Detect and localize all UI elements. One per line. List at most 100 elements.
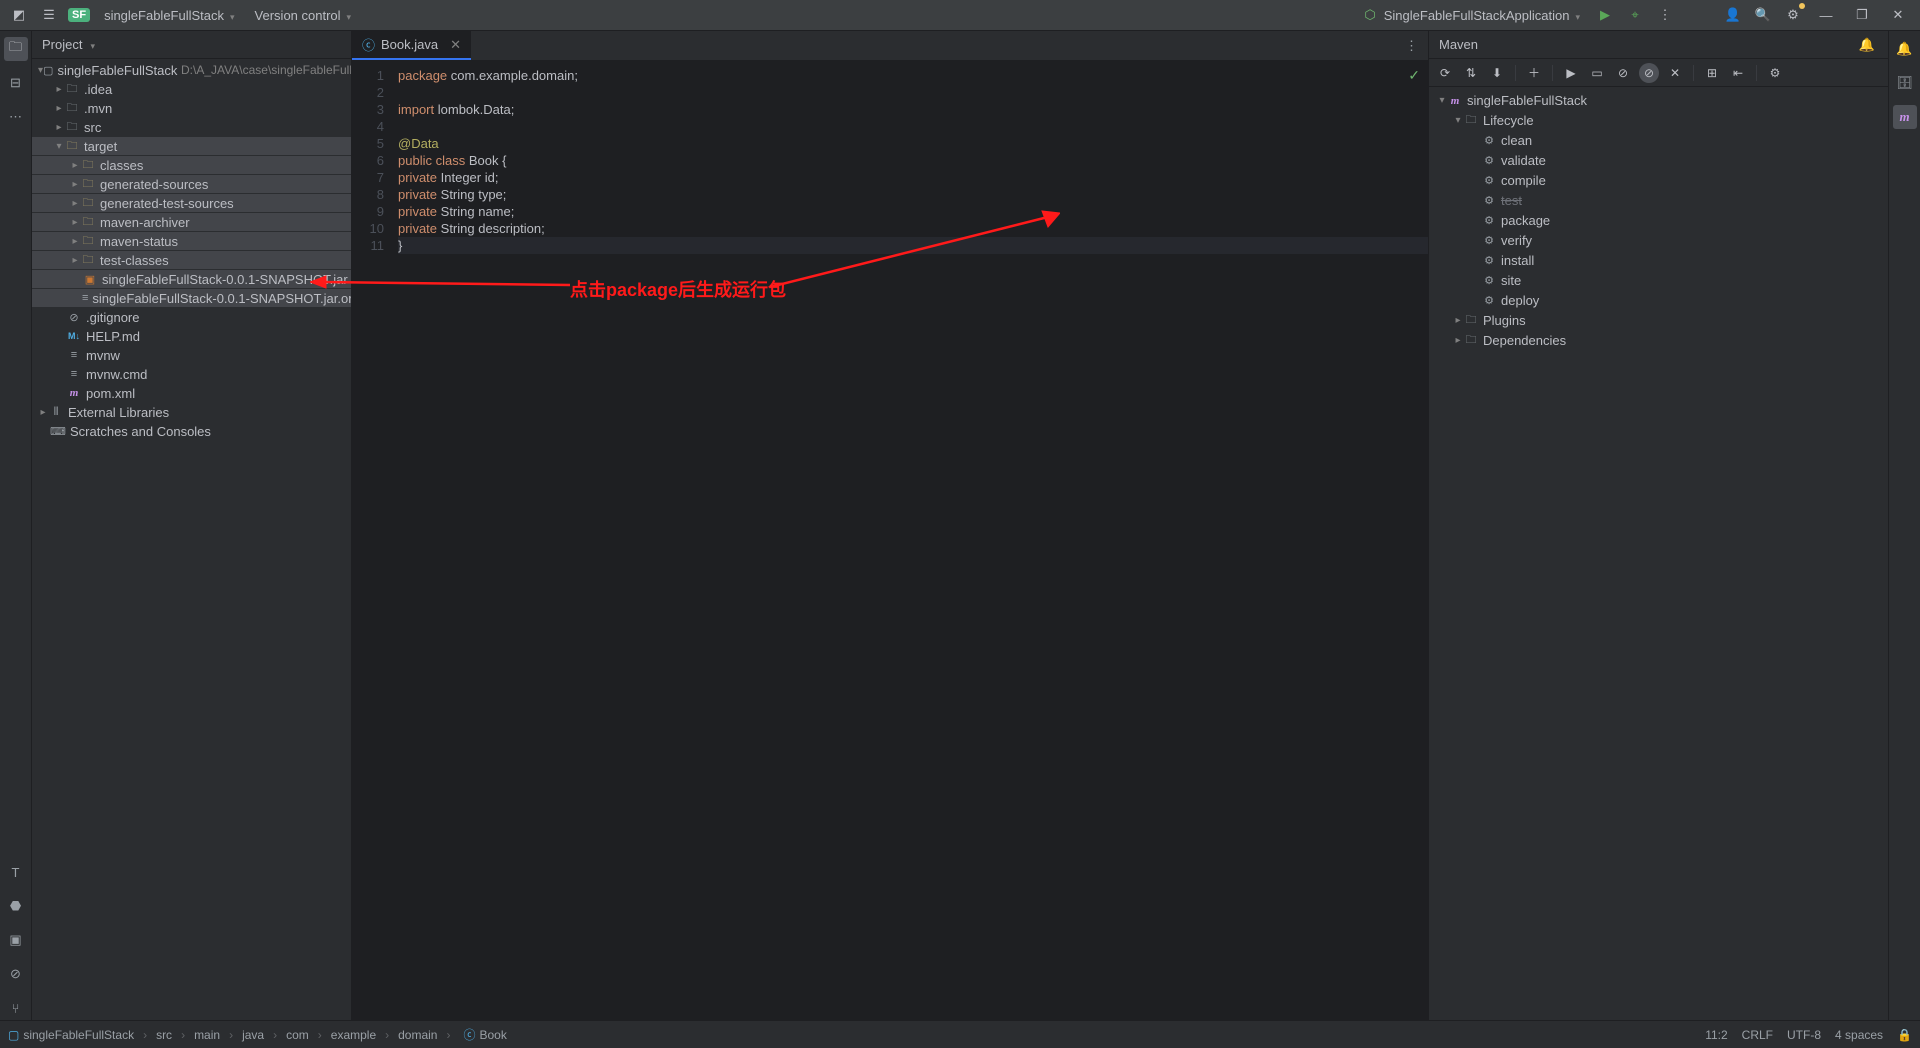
gutter: 1234567891011 (352, 61, 392, 1020)
cursor-position[interactable]: 11:2 (1705, 1028, 1727, 1042)
breadcrumb[interactable]: ▢singleFableFullStack›src›main›java›com›… (8, 1026, 507, 1043)
more-tool-icon[interactable]: ⋯ (4, 105, 28, 129)
project-tree[interactable]: ▾▢singleFableFullStack D:\A_JAVA\case\si… (32, 59, 351, 443)
run-icon[interactable]: ▶ (1594, 4, 1616, 26)
window-maximize-icon[interactable]: ❐ (1848, 4, 1876, 26)
run-maven-icon[interactable]: ▶ (1561, 63, 1581, 83)
structure-tool-icon[interactable]: ⊟ (4, 71, 28, 95)
git-tool-icon[interactable]: ⑂ (4, 996, 28, 1020)
gear-icon: ⚙ (1481, 194, 1497, 207)
snapshot-jar: ▣singleFableFullStack-0.0.1-SNAPSHOT.jar (32, 270, 351, 288)
breadcrumb-bar: ▢singleFableFullStack›src›main›java›com›… (0, 1020, 1920, 1048)
gear-icon: ⚙ (1481, 254, 1497, 267)
folder-icon: 🗀 (64, 118, 80, 137)
problems-tool-icon[interactable]: ⊘ (4, 962, 28, 986)
code-with-me-icon[interactable]: 👤 (1722, 4, 1744, 26)
download-sources-icon[interactable]: ⬇ (1487, 63, 1507, 83)
lifecycle-site[interactable]: ⚙site (1429, 271, 1888, 290)
file-icon: ≡ (82, 292, 88, 304)
lifecycle-verify[interactable]: ⚙verify (1429, 231, 1888, 250)
code-content[interactable]: ✓ package com.example.domain; import lom… (392, 61, 1428, 1020)
folder-icon: 🗀 (80, 156, 96, 175)
lifecycle-deploy[interactable]: ⚙deploy (1429, 291, 1888, 310)
editor-tabbar: ⓒ Book.java ✕ ⋮ (352, 31, 1428, 61)
maven-toolbar: ⟳ ⇅ ⬇ ＋ ▶ ▭ ⊘ ⊘ ✕ ⊞ ⇤ ⚙ (1429, 59, 1888, 87)
lifecycle-package[interactable]: ⚙package (1429, 211, 1888, 230)
close-tab-icon[interactable]: ✕ (450, 37, 461, 53)
show-dep-graph-icon[interactable]: ⊞ (1702, 63, 1722, 83)
folder-icon: 🗀 (64, 137, 80, 156)
lifecycle-test[interactable]: ⚙test (1429, 191, 1888, 210)
gitignore-icon: ⊘ (66, 311, 82, 324)
lifecycle-clean[interactable]: ⚙clean (1429, 131, 1888, 150)
maven-panel: Maven 🔔 ⟳ ⇅ ⬇ ＋ ▶ ▭ ⊘ ⊘ ✕ ⊞ ⇤ ⚙ ▾msingle… (1428, 31, 1888, 1020)
main-menu-icon[interactable]: ☰ (38, 4, 60, 26)
collapse-icon[interactable]: ✕ (1665, 63, 1685, 83)
intellij-logo-icon[interactable]: ◩ (8, 4, 30, 26)
gear-icon: ⚙ (1481, 274, 1497, 287)
folder-icon: 🗀 (80, 232, 96, 251)
maven-settings-icon[interactable]: ⚙ (1765, 63, 1785, 83)
titlebar: ◩ ☰ SF singleFableFullStack Version cont… (0, 0, 1920, 31)
toggle-offline-icon[interactable]: ⊘ (1613, 63, 1633, 83)
project-badge: SF (68, 8, 90, 22)
window-close-icon[interactable]: ✕ (1884, 4, 1912, 26)
run-tool-icon[interactable]: ▣ (4, 928, 28, 952)
terminal-tool-icon[interactable]: T (4, 860, 28, 884)
settings-icon[interactable]: ⚙ (1782, 4, 1804, 26)
project-tool-icon[interactable]: 🗀 (4, 37, 28, 61)
editor-area: ⓒ Book.java ✕ ⋮ 1234567891011 ✓ package … (352, 31, 1428, 1020)
folder-icon: 🗀 (80, 194, 96, 213)
code-editor[interactable]: 1234567891011 ✓ package com.example.doma… (352, 61, 1428, 1020)
notifications-icon[interactable]: 🔔 (1893, 37, 1917, 61)
more-actions-icon[interactable]: ⋮ (1654, 4, 1676, 26)
project-panel-title: Project (42, 37, 82, 52)
vcs-dropdown[interactable]: Version control (249, 6, 358, 25)
module-icon: ▢ (43, 64, 53, 77)
execute-goal-icon[interactable]: ▭ (1587, 63, 1607, 83)
right-tool-strip: 🔔 🗄 m (1888, 31, 1920, 1020)
lifecycle-compile[interactable]: ⚙compile (1429, 171, 1888, 190)
jar-icon: ▣ (82, 273, 98, 286)
database-tool-icon[interactable]: 🗄 (1893, 71, 1917, 95)
folder-icon: 🗀 (80, 175, 96, 194)
services-tool-icon[interactable]: ⬣ (4, 894, 28, 918)
libraries-icon: ⫴ (48, 406, 64, 419)
folder-icon: 🗀 (1463, 111, 1479, 130)
scratches-icon: ⌨ (50, 425, 66, 438)
file-icon: ≡ (66, 368, 82, 380)
window-minimize-icon[interactable]: — (1812, 4, 1840, 26)
maven-tree[interactable]: ▾msingleFableFullStack ▾🗀Lifecycle ⚙clea… (1429, 87, 1888, 355)
analysis-ok-icon[interactable]: ✓ (1408, 67, 1420, 84)
search-icon[interactable]: 🔍 (1752, 4, 1774, 26)
notifications-bell-icon[interactable]: 🔔 (1856, 34, 1878, 56)
add-project-icon[interactable]: ＋ (1524, 63, 1544, 83)
project-panel: Project ▾▢singleFableFullStack D:\A_JAVA… (32, 31, 352, 1020)
indent[interactable]: 4 spaces (1835, 1028, 1883, 1042)
tab-label: Book.java (381, 37, 438, 52)
lifecycle-install[interactable]: ⚙install (1429, 251, 1888, 270)
gear-icon: ⚙ (1481, 174, 1497, 187)
run-config-dropdown[interactable]: ⬡SingleFableFullStackApplication (1358, 5, 1586, 25)
lifecycle-validate[interactable]: ⚙validate (1429, 151, 1888, 170)
folder-icon: 🗀 (80, 213, 96, 232)
file-icon: ≡ (66, 349, 82, 361)
toggle-skip-tests-icon[interactable]: ⊘ (1639, 63, 1659, 83)
line-ending[interactable]: CRLF (1742, 1028, 1773, 1042)
tab-book-java[interactable]: ⓒ Book.java ✕ (352, 31, 471, 60)
folder-icon: 🗀 (64, 99, 80, 118)
project-dropdown[interactable]: singleFableFullStack (98, 6, 240, 25)
project-view-chooser[interactable] (88, 37, 95, 52)
maven-icon: m (66, 387, 82, 399)
reload-icon[interactable]: ⟳ (1435, 63, 1455, 83)
gear-icon: ⚙ (1481, 294, 1497, 307)
collapse-all-icon[interactable]: ⇤ (1728, 63, 1748, 83)
maven-tool-icon[interactable]: m (1893, 105, 1917, 129)
readonly-lock-icon[interactable]: 🔒 (1897, 1028, 1912, 1042)
debug-icon[interactable]: ⌖ (1624, 4, 1646, 26)
encoding[interactable]: UTF-8 (1787, 1028, 1821, 1042)
tab-options-icon[interactable]: ⋮ (1395, 31, 1428, 60)
generate-sources-icon[interactable]: ⇅ (1461, 63, 1481, 83)
maven-panel-title: Maven (1439, 37, 1478, 52)
target-folder: ▾🗀target (32, 137, 351, 155)
